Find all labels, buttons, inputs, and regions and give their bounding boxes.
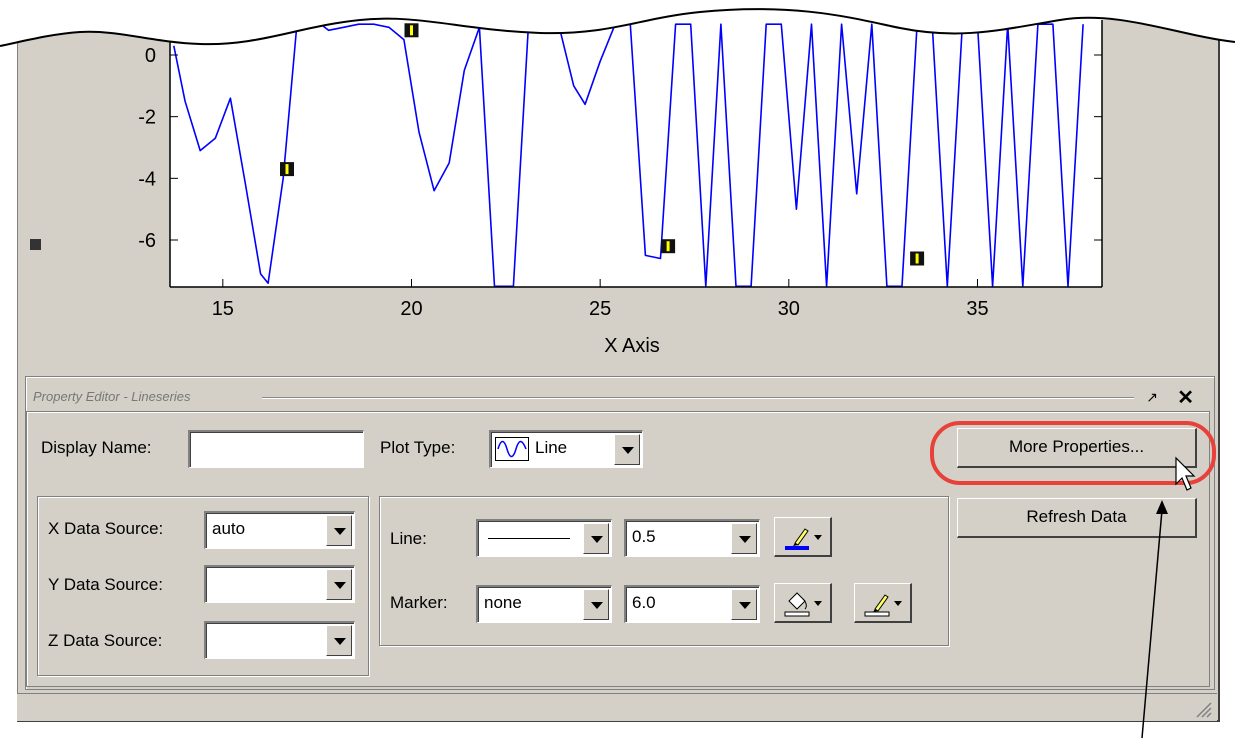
mouse-cursor-icon (1175, 456, 1196, 491)
annotation-overlay (930, 421, 1216, 739)
screenshot-root: 15 20 25 30 35 0 -2 -4 -6 X Axis Property Editor… (0, 0, 1235, 744)
callout-line (1141, 509, 1163, 739)
callout-arrowhead (1156, 500, 1168, 514)
highlight-ellipse (930, 421, 1216, 485)
